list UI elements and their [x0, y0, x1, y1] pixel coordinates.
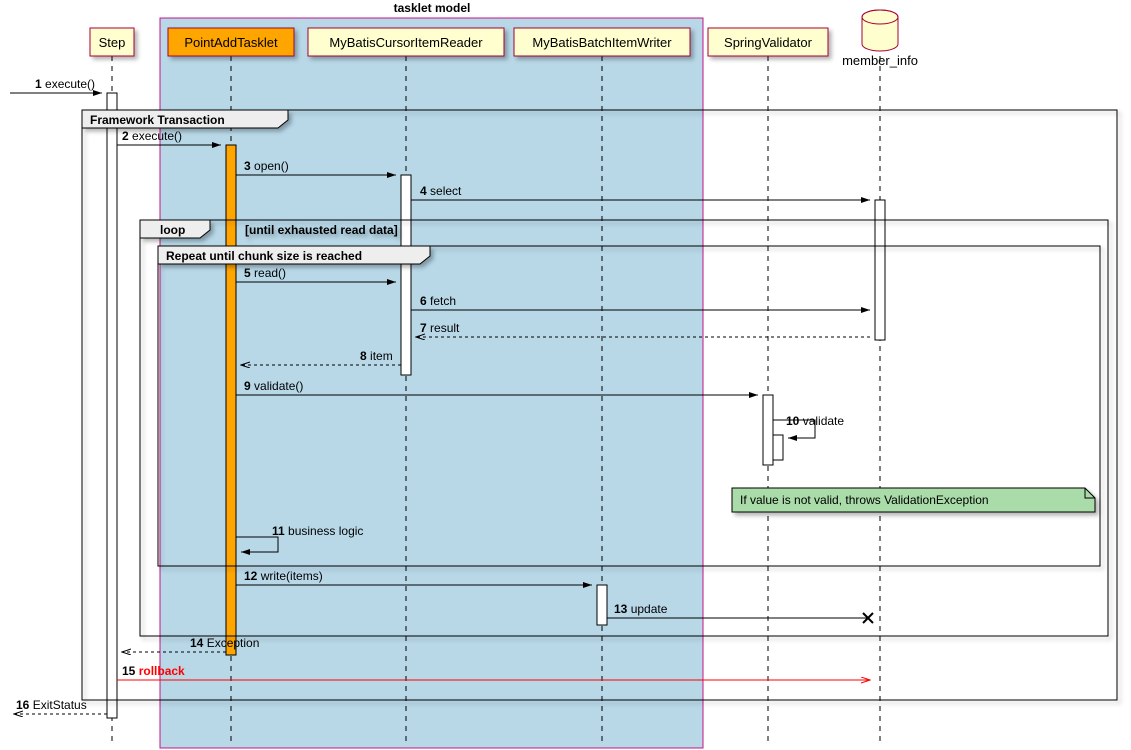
participant-writer: MyBatisBatchItemWriter — [514, 28, 690, 56]
svg-text:Framework Transaction: Framework Transaction — [90, 113, 225, 127]
svg-text:SpringValidator: SpringValidator — [724, 35, 813, 50]
activation-db-1 — [875, 200, 885, 340]
svg-text:10 validate: 10 validate — [786, 414, 844, 428]
group-title: tasklet model — [394, 1, 471, 15]
svg-text:6 fetch: 6 fetch — [420, 294, 456, 308]
activation-tasklet — [226, 145, 236, 655]
svg-text:14 Exception: 14 Exception — [190, 636, 259, 650]
svg-text:MyBatisCursorItemReader: MyBatisCursorItemReader — [329, 35, 483, 50]
msg-10: 10 validate — [773, 414, 844, 460]
svg-text:15 rollback: 15 rollback — [122, 664, 185, 678]
participant-step: Step — [90, 28, 134, 56]
svg-text:member_info: member_info — [842, 53, 918, 68]
svg-text:9 validate(): 9 validate() — [244, 379, 303, 393]
svg-text:Step: Step — [99, 35, 126, 50]
svg-text:loop: loop — [160, 223, 185, 237]
svg-text:4 select: 4 select — [420, 184, 462, 198]
svg-text:12 write(items): 12 write(items) — [244, 569, 323, 583]
activation-step — [107, 93, 117, 718]
svg-text:Repeat until chunk size is rea: Repeat until chunk size is reached — [166, 249, 362, 263]
svg-text:5 read(): 5 read() — [244, 266, 286, 280]
participant-db: member_info — [842, 10, 918, 68]
svg-text:8 item: 8 item — [360, 349, 393, 363]
svg-text:[until exhausted read data]: [until exhausted read data] — [245, 223, 398, 237]
activation-reader — [401, 175, 411, 375]
svg-text:1 execute(): 1 execute() — [35, 77, 95, 91]
svg-text:11 business logic: 11 business logic — [272, 524, 363, 538]
note-validation: If value is not valid, throws Validation… — [732, 488, 1095, 512]
svg-text:7 result: 7 result — [420, 321, 460, 335]
svg-text:If value is not valid, throws: If value is not valid, throws Validation… — [740, 493, 989, 507]
svg-text:3 open(): 3 open() — [244, 159, 289, 173]
svg-text:2 execute(): 2 execute() — [122, 129, 182, 143]
activation-writer — [597, 585, 607, 625]
svg-text:PointAddTasklet: PointAddTasklet — [184, 35, 278, 50]
svg-text:13 update: 13 update — [614, 602, 668, 616]
sequence-diagram: tasklet model Step PointAddTasklet MyBat… — [0, 0, 1131, 750]
svg-text:16 ExitStatus: 16 ExitStatus — [16, 698, 87, 712]
participant-validator: SpringValidator — [708, 28, 828, 56]
participant-tasklet: PointAddTasklet — [168, 28, 294, 56]
participant-reader: MyBatisCursorItemReader — [308, 28, 504, 56]
svg-text:MyBatisBatchItemWriter: MyBatisBatchItemWriter — [532, 35, 672, 50]
activation-validator — [763, 395, 773, 465]
